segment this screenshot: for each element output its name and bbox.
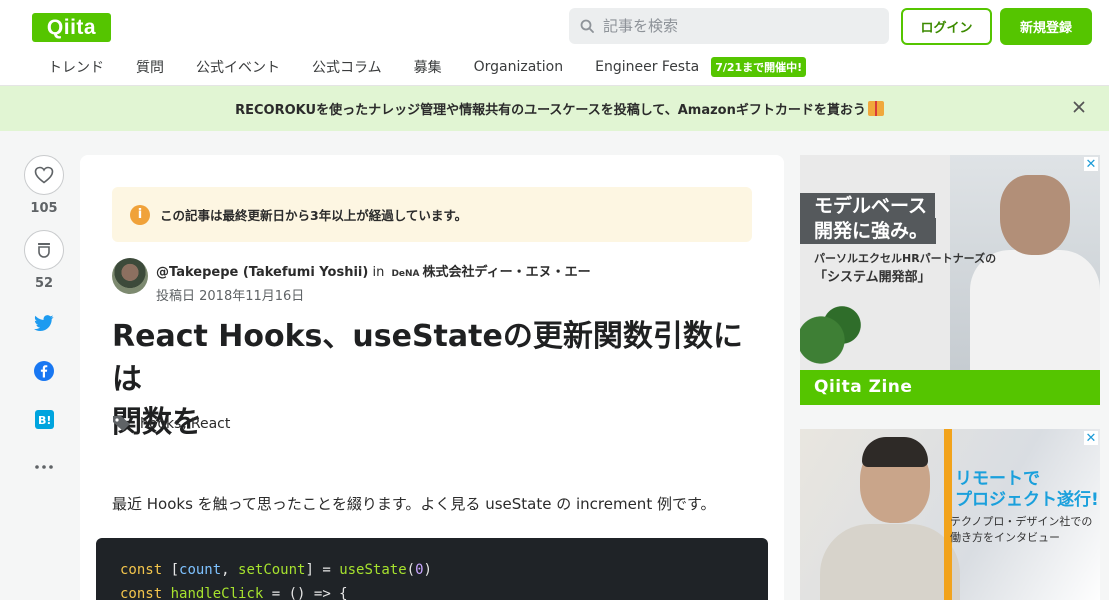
- qiita-zine-footer: Qiita Zine: [800, 370, 1100, 405]
- heart-icon: [34, 166, 54, 184]
- outdated-notice: i この記事は最終更新日から3年以上が経過しています。: [112, 187, 752, 242]
- nav-item-questions[interactable]: 質問: [136, 57, 164, 77]
- notice-text: この記事は最終更新日から3年以上が経過しています。: [160, 208, 468, 223]
- tag-separator: ,: [182, 415, 187, 432]
- stock-button[interactable]: [24, 230, 64, 270]
- more-icon: [35, 465, 53, 469]
- article-card: i この記事は最終更新日から3年以上が経過しています。 @Takepepe (T…: [80, 155, 784, 600]
- facebook-icon: [34, 361, 54, 381]
- ad-plant: [800, 295, 870, 370]
- more-actions[interactable]: [24, 456, 64, 478]
- ad-close-icon[interactable]: ✕: [1084, 431, 1098, 446]
- share-hatena[interactable]: B!: [24, 408, 64, 430]
- ad-subtext: パーソルエクセルHRパートナーズの: [814, 252, 997, 265]
- tag-hooks[interactable]: hooks: [140, 416, 181, 432]
- qiita-logo[interactable]: Qiita: [32, 13, 111, 42]
- nav-item-official-columns[interactable]: 公式コラム: [312, 57, 382, 77]
- intro-paragraph: 最近 Hooks を触って思ったことを綴ります。よく見る useState の …: [112, 495, 716, 513]
- org-logo: DeNA: [391, 269, 420, 279]
- stock-icon: [38, 243, 50, 258]
- signup-button[interactable]: 新規登録: [1000, 8, 1092, 45]
- gift-icon: [867, 101, 884, 116]
- like-count: 105: [30, 201, 58, 216]
- ad-person-hair: [862, 437, 928, 467]
- info-icon: i: [130, 204, 150, 225]
- ad-close-icon[interactable]: ✕: [1084, 157, 1098, 172]
- ad-headline: モデルベース: [800, 193, 936, 219]
- search-icon: [580, 19, 594, 33]
- author-name[interactable]: @Takepepe (Takefumi Yoshii): [156, 265, 368, 280]
- nav-item-recruitment[interactable]: 募集: [414, 57, 442, 77]
- tag-react[interactable]: React: [191, 416, 230, 432]
- posted-date: 投稿日 2018年11月16日: [156, 289, 305, 304]
- code-block: const [count, setCount] = useState(0) co…: [96, 538, 768, 600]
- code-line: const handleClick = () => {: [120, 586, 348, 600]
- ad-headline: プロジェクト遂行!: [955, 490, 1099, 510]
- ad-person-head: [1000, 175, 1070, 255]
- nav-item-trend[interactable]: トレンド: [48, 57, 104, 77]
- login-button[interactable]: ログイン: [901, 8, 992, 45]
- twitter-icon: [34, 314, 54, 331]
- ad-subtext: 働き方をインタビュー: [950, 531, 1060, 544]
- share-twitter[interactable]: [24, 312, 64, 334]
- author-avatar[interactable]: [112, 258, 148, 294]
- share-facebook[interactable]: [24, 360, 64, 382]
- code-line: const [count, setCount] = useState(0): [120, 562, 432, 578]
- tag-list: hooks, React: [112, 415, 230, 432]
- sidebar-ad-1[interactable]: モデルベース 開発に強み。 パーソルエクセルHRパートナーズの 「システム開発部…: [800, 155, 1100, 405]
- stock-count: 52: [34, 276, 54, 291]
- search-box[interactable]: [569, 8, 889, 44]
- main-nav: トレンド 質問 公式イベント 公式コラム 募集 Organization Eng…: [32, 55, 807, 79]
- hatena-bookmark-icon: B!: [34, 409, 54, 429]
- like-button[interactable]: [24, 155, 64, 195]
- nav-item-engineer-festa[interactable]: Engineer Festa: [595, 59, 699, 75]
- action-rail: 105 52 B!: [24, 155, 64, 478]
- event-badge[interactable]: 7/21まで開催中!: [711, 57, 807, 77]
- close-icon[interactable]: [1071, 99, 1087, 115]
- site-header: Qiita ログイン 新規登録 トレンド 質問 公式イベント 公式コラム 募集 …: [0, 0, 1109, 86]
- banner-text: RECOROKUを使ったナレッジ管理や情報共有のユースケースを投稿して、Amaz…: [235, 99, 884, 118]
- ad-headline: リモートで: [955, 469, 1040, 489]
- nav-item-official-events[interactable]: 公式イベント: [196, 57, 280, 77]
- ad-subtext: 「システム開発部」: [814, 270, 931, 285]
- ad-person-body: [820, 524, 960, 600]
- sidebar-ad-2[interactable]: リモートで プロジェクト遂行! テクノプロ・デザイン社での 働き方をインタビュー…: [800, 429, 1100, 600]
- organization-link[interactable]: 株式会社ディー・エヌ・エー: [423, 265, 591, 280]
- search-input[interactable]: [603, 17, 873, 35]
- tag-icon: [113, 416, 130, 431]
- announcement-banner[interactable]: RECOROKUを使ったナレッジ管理や情報共有のユースケースを投稿して、Amaz…: [0, 86, 1109, 131]
- nav-item-organization[interactable]: Organization: [474, 59, 564, 75]
- ad-person-body: [970, 250, 1100, 370]
- author-line: @Takepepe (Takefumi Yoshii) in DeNA 株式会社デ…: [156, 261, 591, 280]
- in-label: in: [372, 265, 385, 280]
- ad-subtext: テクノプロ・デザイン社での: [950, 515, 1093, 528]
- svg-text:B!: B!: [38, 414, 51, 427]
- ad-headline: 開発に強み。: [800, 218, 937, 244]
